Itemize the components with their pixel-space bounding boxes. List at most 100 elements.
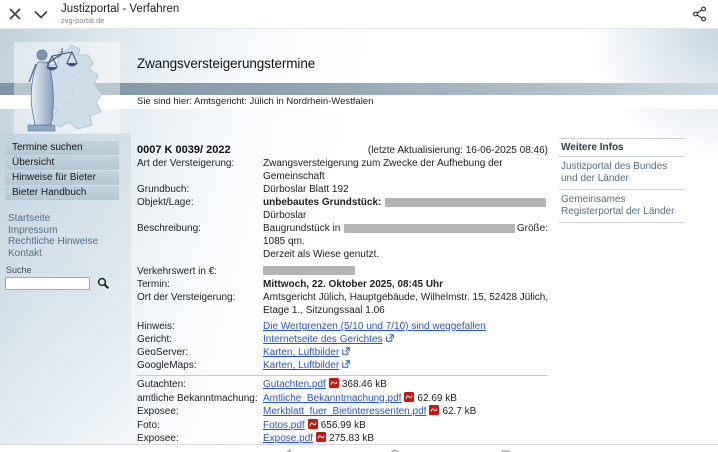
close-icon[interactable]	[9, 8, 21, 20]
file-row: Foto: Fotos.pdf 656.99 kB	[137, 418, 548, 433]
field-value: Baugrundstück in Größe: 1085 qm. Derzeit al…	[263, 222, 548, 261]
value-text: 1085 qm.	[263, 236, 305, 247]
more-info-link-justizportal-des-bundes-und-der-länder[interactable]: Justizportal des Bundes und der Länder	[559, 156, 685, 189]
home-icon[interactable]	[389, 448, 401, 452]
sidebar-menu: Termine suchen Übersicht Hinweise für Biet…	[0, 141, 131, 200]
field-label: amtliche Bekanntmachung:	[137, 392, 258, 404]
field-label: Objekt/Lage:	[137, 197, 194, 208]
field-label: Grundbuch:	[137, 184, 190, 195]
file-size: 656.99 kB	[320, 419, 366, 431]
sidebar-links: Startseite Impressum Rechtliche Hinweise Ko…	[0, 213, 131, 259]
field-label: Foto:	[137, 419, 160, 431]
value-text: Zwangsversteigerung zum Zwecke der Aufhe…	[263, 158, 503, 169]
field-value: Internetseite des Gerichtes	[263, 333, 548, 346]
sidebar-link-startseite[interactable]: Startseite	[8, 213, 131, 225]
file-link[interactable]: Fotos.pdf	[263, 420, 305, 431]
field-value	[263, 265, 548, 278]
field-label: Beschreibung:	[137, 223, 201, 234]
field-label: Exposee:	[137, 406, 179, 417]
value-text-bold: Mittwoch, 22. Oktober 2025, 08:45 Uhr	[263, 279, 444, 290]
link[interactable]: Die Wertgrenzen (5/10 und 7/10) sind weg…	[263, 321, 486, 332]
file-row: Gutachten: Gutachten.pdf 368.46 kB	[137, 378, 548, 392]
value-text: Dürboslar Blatt 192	[263, 184, 349, 195]
android-nav-bar	[0, 444, 718, 452]
app-subtitle: zvg-portal.de	[61, 16, 105, 25]
justitia-figure	[30, 61, 54, 126]
field-label: GeoServer:	[137, 347, 189, 358]
field-value: Die Wertgrenzen (5/10 und 7/10) sind weg…	[263, 320, 548, 333]
external-link-icon	[342, 347, 350, 355]
page: Sie sind hier: Amtsgericht: Jülich in No…	[0, 29, 718, 444]
value-text-bold: unbebautes Grundstück:	[263, 197, 382, 208]
field-value: Mittwoch, 22. Oktober 2025, 08:45 Uhr	[263, 278, 548, 291]
sidebar-link-impressum[interactable]: Impressum	[8, 225, 131, 237]
case-header-row: 0007 K 0039/ 2022 (letzte Aktualisierung…	[137, 144, 548, 157]
pdf-icon	[316, 432, 327, 442]
value-text: Derzeit als Wiese genutzt.	[263, 249, 380, 260]
field-value: Karten, Luftbilder	[263, 359, 548, 372]
value-text: Dürboslar	[263, 210, 307, 221]
app-bar-titles: Justizportal - Verfahren zvg-portal.de	[61, 3, 179, 25]
pdf-icon	[328, 378, 339, 388]
detail-row: Verkehrswert in €:	[137, 265, 548, 278]
file-size: 62.69 kB	[417, 392, 457, 404]
file-link[interactable]: Amtliche_Bekanntmachung.pdf	[263, 393, 401, 404]
detail-row: Hinweis: Die Wertgrenzen (5/10 und 7/10) …	[137, 320, 548, 333]
field-label: Ort der Versteigerung:	[137, 292, 236, 303]
field-label: Gericht:	[137, 334, 173, 345]
link[interactable]: Internetseite des Gerichtes	[263, 334, 383, 345]
detail-row: GeoServer: Karten, Luftbilder	[137, 346, 548, 359]
more-info-link-gemeinsames-registerportal-der-länder[interactable]: Gemeinsames Registerportal der Länder	[559, 189, 685, 222]
justitia-logo	[14, 42, 120, 134]
chevron-down-icon[interactable]	[34, 10, 48, 19]
case-number: 0007 K 0039/ 2022	[137, 144, 231, 156]
search-label: Suche	[6, 265, 32, 275]
value-text: Etage 1., Sitzungssaal 1.06	[263, 305, 385, 316]
detail-row: Termin: Mittwoch, 22. Oktober 2025, 08:45…	[137, 278, 548, 291]
value-text: Amtsgericht Jülich, Hauptgebäude, Wilhel…	[263, 292, 549, 303]
file-size: 368.46 kB	[341, 379, 387, 390]
back-icon[interactable]	[281, 448, 293, 452]
sidebar-link-rechtliche-hinweise[interactable]: Rechtliche Hinweise	[8, 236, 131, 248]
field-value: Amtsgericht Jülich, Hauptgebäude, Wilhel…	[263, 291, 548, 317]
file-link[interactable]: Merkblatt_fuer_Bietinteressenten.pdf	[263, 406, 426, 417]
file-row: Exposee: Merkblatt_fuer_Bietinteressenten…	[137, 405, 548, 419]
detail-row: Ort der Versteigerung: Amtsgericht Jülich…	[137, 291, 548, 317]
left-sidebar: Termine suchen Übersicht Hinweise für Biet…	[0, 133, 131, 444]
sidebar-item-bieter-handbuch[interactable]: Bieter Handbuch	[5, 186, 119, 200]
sidebar-link-kontakt[interactable]: Kontakt	[8, 248, 131, 260]
value-text: Gemeinschaft	[263, 171, 325, 182]
link[interactable]: Karten, Luftbilder	[263, 347, 339, 358]
field-label: Termin:	[137, 279, 170, 290]
field-value: Karten, Luftbilder	[263, 346, 548, 359]
value-text: Baugrundstück in	[263, 223, 341, 234]
external-link-icon	[342, 360, 350, 368]
detail-row: Gericht: Internetseite des Gerichtes	[137, 333, 548, 346]
recents-icon[interactable]	[500, 448, 512, 452]
pdf-icon	[429, 405, 440, 415]
last-updated: (letzte Aktualisierung: 16-06-2025 08:46…	[367, 145, 548, 156]
sidebar-item-hinweise-für-bieter[interactable]: Hinweise für Bieter	[5, 171, 119, 185]
search-input[interactable]	[5, 277, 90, 290]
file-size: 275.83 kB	[329, 433, 375, 444]
file-link[interactable]: Gutachten.pdf	[263, 379, 326, 390]
search-section: Suche	[0, 265, 131, 290]
detail-row: Beschreibung: Baugrundstück in Größe: 1085 …	[137, 222, 548, 261]
field-value: Dürboslar Blatt 192	[263, 183, 548, 196]
breadcrumb: Sie sind hier: Amtsgericht: Jülich in No…	[137, 96, 374, 107]
file-row: amtliche Bekanntmachung: Amtliche_Bekannt…	[137, 391, 548, 406]
sidebar-item-übersicht[interactable]: Übersicht	[5, 156, 119, 170]
sidebar-item-termine-suchen[interactable]: Termine suchen	[5, 141, 119, 155]
link[interactable]: Karten, Luftbilder	[263, 360, 339, 371]
field-value: unbebautes Grundstück: Dürboslar	[263, 196, 548, 222]
app-title: Justizportal - Verfahren	[61, 3, 180, 15]
pdf-icon	[404, 391, 415, 402]
search-icon[interactable]	[97, 277, 110, 290]
field-label: Hinweis:	[137, 321, 175, 332]
field-value: Zwangsversteigerung zum Zwecke der Aufhe…	[263, 157, 548, 183]
field-label: GoogleMaps:	[137, 360, 197, 371]
detail-row: Art der Versteigerung: Zwangsversteigerun…	[137, 157, 548, 183]
file-link[interactable]: Expose.pdf	[263, 433, 313, 444]
share-icon[interactable]	[692, 6, 708, 22]
detail-row: Objekt/Lage: unbebautes Grundstück: Dürbos…	[137, 196, 548, 222]
